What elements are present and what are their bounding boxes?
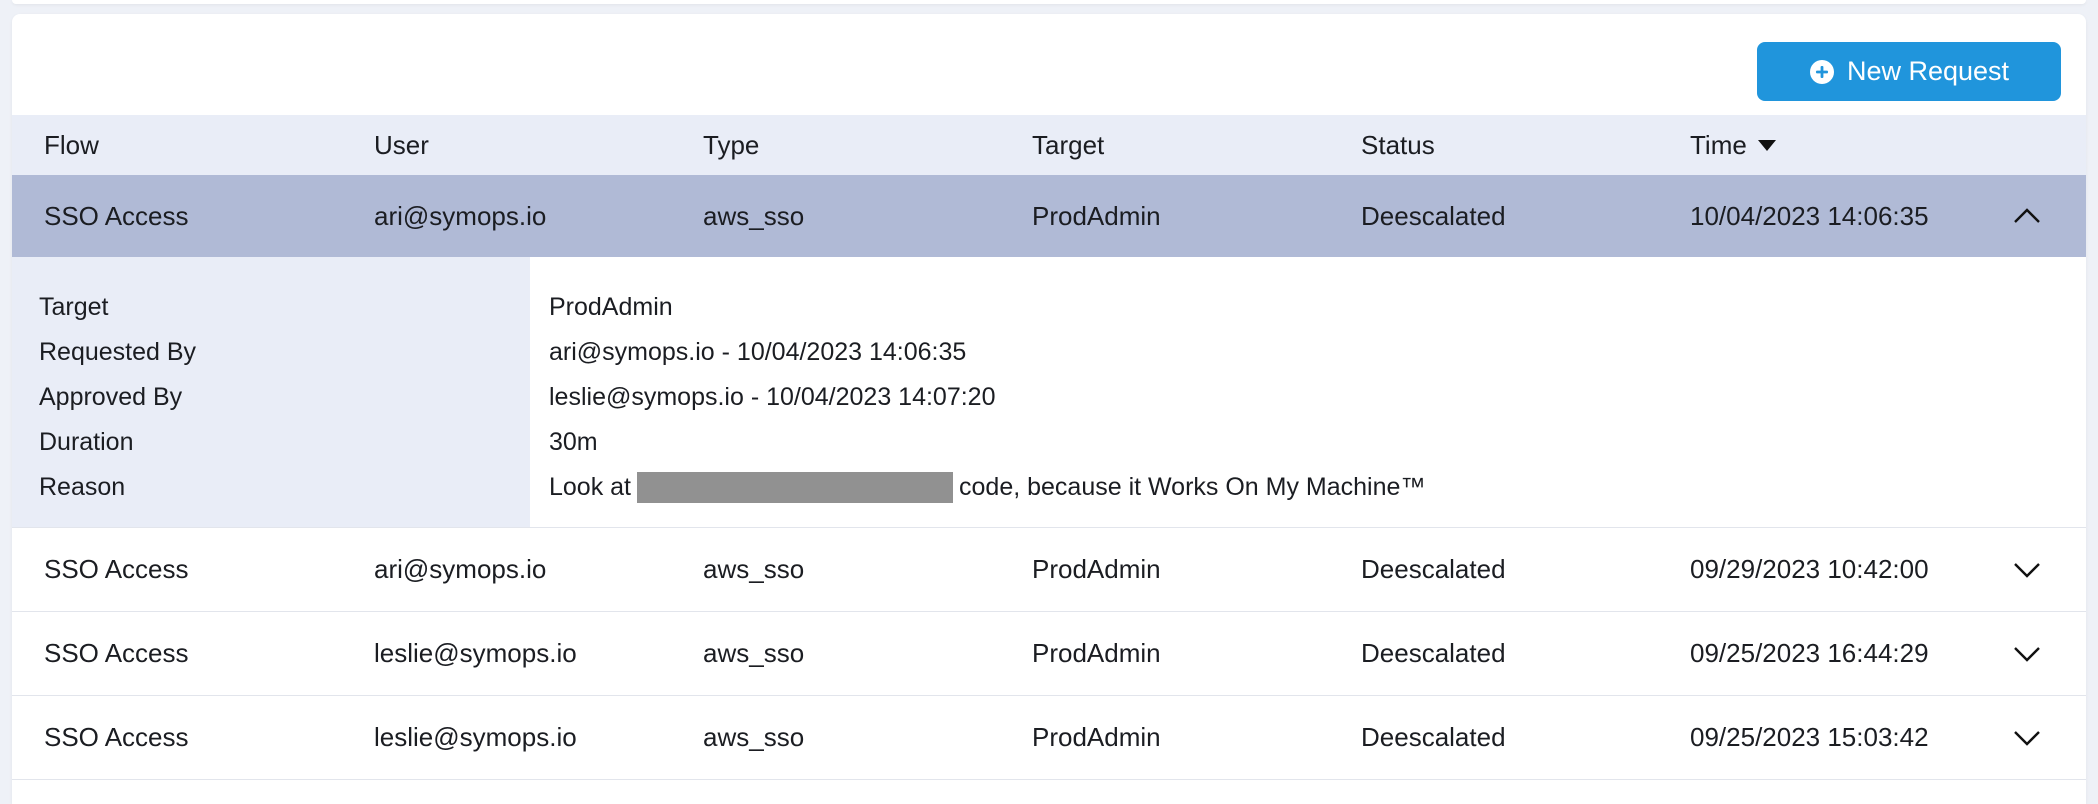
plus-circle-icon [1809, 59, 1835, 85]
cell-flow: SSO Access [44, 554, 189, 584]
column-header-user[interactable]: User [342, 130, 671, 161]
cell-status: Deescalated [1361, 200, 1506, 231]
detail-value-approved-by: leslie@symops.io - 10/04/2023 14:07:20 [549, 383, 996, 411]
table-row[interactable]: SSO Access ari@symops.io aws_sso ProdAdm… [12, 175, 2086, 257]
cell-type: aws_sso [703, 200, 805, 231]
new-request-label: New Request [1846, 56, 2010, 86]
chevron-down-icon[interactable] [2012, 561, 2042, 579]
top-panel-edge [12, 0, 2086, 4]
reason-text-start: Look at [549, 473, 632, 501]
cell-flow: SSO Access [44, 638, 189, 668]
row-toggle[interactable] [1968, 645, 2086, 663]
requests-table: Flow User Type Target Status Time SSO Ac… [12, 115, 2086, 780]
detail-value-reason: Look at code, because it Works On My Mac… [549, 465, 2086, 510]
column-header-time[interactable]: Time [1658, 130, 1968, 161]
row-toggle[interactable] [1968, 207, 2086, 225]
detail-label-requested-by: Requested By [39, 338, 197, 366]
cell-user: ari@symops.io [374, 554, 547, 584]
detail-value-requested-by: ari@symops.io - 10/04/2023 14:06:35 [549, 338, 967, 366]
column-header-target[interactable]: Target [1000, 130, 1329, 161]
column-header-status[interactable]: Status [1329, 130, 1658, 161]
table-row[interactable]: SSO Access leslie@symops.io aws_sso Prod… [12, 612, 2086, 696]
detail-label-duration: Duration [39, 428, 134, 456]
detail-label-approved-by: Approved By [39, 383, 183, 411]
details-values: ProdAdmin ari@symops.io - 10/04/2023 14:… [530, 257, 2086, 527]
cell-status: Deescalated [1361, 722, 1506, 752]
column-header-type[interactable]: Type [671, 130, 1000, 161]
cell-status: Deescalated [1361, 638, 1506, 668]
cell-time: 09/25/2023 16:44:29 [1690, 638, 1929, 668]
chevron-up-icon[interactable] [2012, 207, 2042, 225]
new-request-button[interactable]: New Request [1757, 42, 2061, 101]
request-details-panel: Target Requested By Approved By Duration… [12, 257, 2086, 528]
details-labels: Target Requested By Approved By Duration… [12, 257, 530, 527]
detail-label-reason: Reason [39, 473, 126, 501]
column-header-flow[interactable]: Flow [12, 130, 342, 161]
chevron-down-icon[interactable] [2012, 645, 2042, 663]
cell-time: 10/04/2023 14:06:35 [1690, 200, 1929, 231]
detail-label-target: Target [39, 293, 109, 321]
cell-type: aws_sso [703, 722, 805, 752]
table-row[interactable]: SSO Access leslie@symops.io aws_sso Prod… [12, 696, 2086, 780]
cell-target: ProdAdmin [1032, 200, 1161, 231]
chevron-down-icon[interactable] [2012, 729, 2042, 747]
cell-target: ProdAdmin [1032, 638, 1161, 668]
cell-status: Deescalated [1361, 554, 1506, 584]
row-toggle[interactable] [1968, 729, 2086, 747]
cell-target: ProdAdmin [1032, 722, 1161, 752]
cell-user: ari@symops.io [374, 200, 547, 231]
cell-user: leslie@symops.io [374, 638, 577, 668]
row-toggle[interactable] [1968, 561, 2086, 579]
table-row[interactable]: SSO Access ari@symops.io aws_sso ProdAdm… [12, 528, 2086, 612]
detail-value-duration: 30m [549, 428, 598, 456]
detail-value-target: ProdAdmin [549, 293, 673, 321]
toolbar: New Request [12, 14, 2086, 115]
cell-type: aws_sso [703, 638, 805, 668]
cell-flow: SSO Access [44, 200, 189, 231]
column-header-time-label: Time [1690, 129, 1747, 160]
cell-target: ProdAdmin [1032, 554, 1161, 584]
cell-time: 09/25/2023 15:03:42 [1690, 722, 1929, 752]
cell-type: aws_sso [703, 554, 805, 584]
cell-time: 09/29/2023 10:42:00 [1690, 554, 1929, 584]
cell-user: leslie@symops.io [374, 722, 577, 752]
redacted-block [637, 472, 954, 503]
cell-flow: SSO Access [44, 722, 189, 752]
reason-text-end: code, because it Works On My Machine™ [959, 473, 1426, 501]
table-header: Flow User Type Target Status Time [12, 115, 2086, 175]
sort-descending-icon [1757, 138, 1777, 152]
requests-panel: New Request Flow User Type Target Status… [12, 14, 2086, 804]
